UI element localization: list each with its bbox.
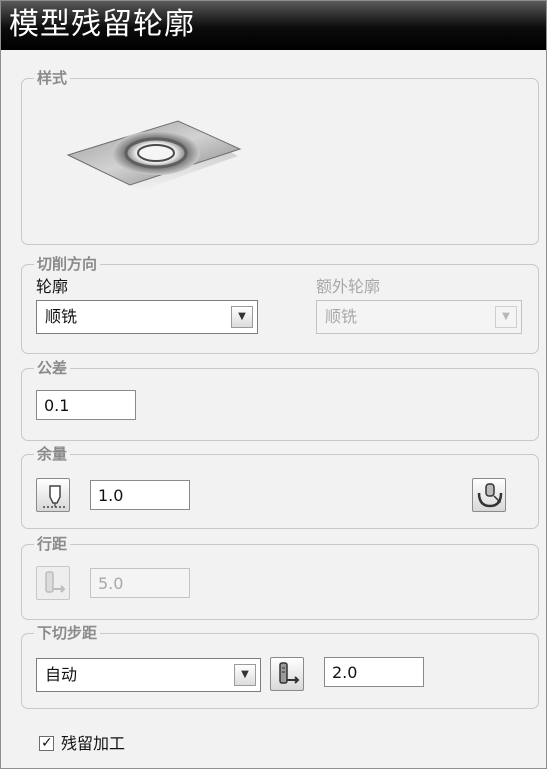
allowance-input[interactable]: 1.0 — [90, 480, 190, 510]
stepdown-group-legend: 下切步距 — [34, 623, 101, 643]
extra-contour-direction-select: 顺铣 ▼ — [316, 300, 522, 334]
allowance-group: 余量 1.0 — [21, 444, 539, 529]
stepdown-mode-value: 自动 — [45, 665, 78, 684]
title-bar: 模型残留轮廓 — [1, 1, 546, 50]
stepdown-group: 下切步距 自动 ▼ 2.0 — [21, 623, 539, 709]
tolerance-group-legend: 公差 — [34, 358, 71, 378]
stepover-input: 5.0 — [90, 568, 190, 598]
model-rest-contour-preview-icon — [66, 120, 242, 191]
stepdown-mode-select[interactable]: 自动 ▼ — [36, 658, 261, 692]
tool-stepover-icon — [45, 571, 66, 593]
stepdown-input[interactable]: 2.0 — [324, 657, 424, 687]
cut-direction-group: 切削方向 轮廓 顺铣 ▼ 额外轮廓 顺铣 ▼ — [21, 254, 539, 354]
style-group-legend: 样式 — [34, 68, 71, 88]
tolerance-input[interactable]: 0.1 — [36, 390, 136, 420]
style-group: 样式 — [21, 68, 539, 245]
rest-machining-checkbox[interactable]: ✓ — [39, 735, 54, 751]
stepover-group-legend: 行距 — [34, 534, 71, 554]
stepdown-tool-button[interactable] — [270, 657, 304, 691]
allowance-group-legend: 余量 — [34, 444, 71, 464]
tolerance-value: 0.1 — [44, 396, 70, 415]
dialog-window: 模型残留轮廓 样式 切削方向 轮廓 顺铣 ▼ 额外轮廓 顺铣 ▼ 公差 0.1 … — [0, 0, 547, 769]
allowance-surface-icon — [477, 483, 503, 508]
stepover-group: 行距 5.0 — [21, 534, 539, 620]
cut-direction-group-legend: 切削方向 — [34, 254, 101, 274]
rest-machining-label: 残留加工 — [61, 734, 126, 753]
component-allowance-icon — [43, 485, 65, 508]
tool-stepdown-icon — [279, 662, 300, 684]
allowance-value: 1.0 — [98, 486, 124, 505]
contour-label: 轮廓 — [36, 277, 69, 296]
check-icon: ✓ — [41, 735, 53, 751]
stepover-tool-button — [36, 566, 70, 600]
tolerance-group: 公差 0.1 — [21, 358, 539, 441]
chevron-down-icon[interactable]: ▼ — [231, 306, 253, 328]
chevron-down-icon[interactable]: ▼ — [234, 664, 256, 686]
contour-direction-value: 顺铣 — [45, 307, 78, 326]
chevron-down-icon: ▼ — [495, 306, 517, 328]
component-allowance-button[interactable] — [36, 478, 70, 512]
stepover-value: 5.0 — [98, 574, 124, 593]
contour-direction-select[interactable]: 顺铣 ▼ — [36, 300, 258, 334]
extra-contour-label: 额外轮廓 — [316, 277, 381, 296]
extra-contour-direction-value: 顺铣 — [325, 307, 358, 326]
stepdown-value: 2.0 — [332, 663, 358, 682]
window-title: 模型残留轮廓 — [9, 7, 195, 42]
allowance-surface-button[interactable] — [472, 478, 506, 512]
